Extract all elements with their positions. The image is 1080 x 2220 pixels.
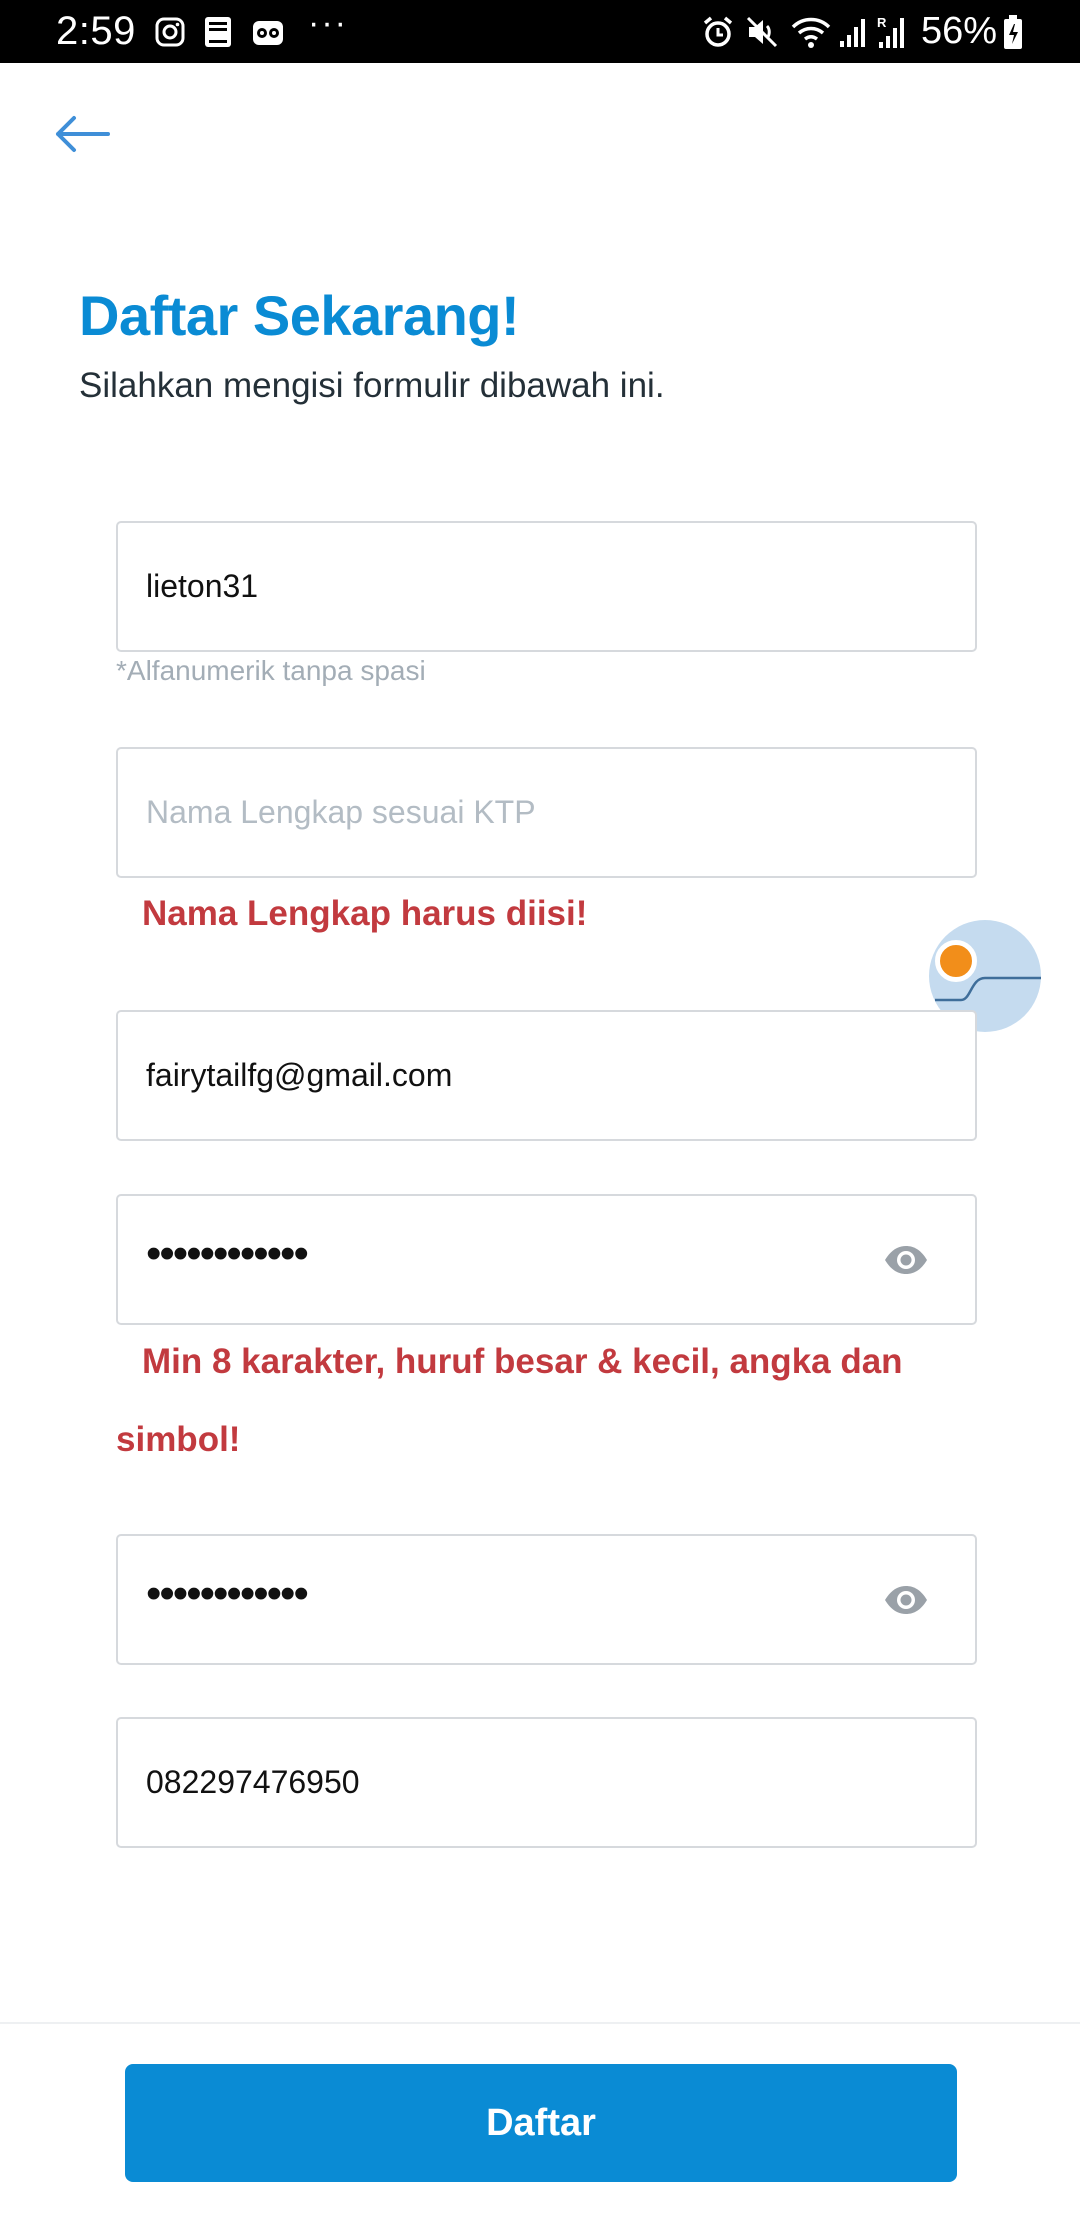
username-input[interactable] [146,523,906,650]
assist-dot-icon [935,940,977,982]
username-field[interactable] [116,521,977,652]
phone-input[interactable] [146,1719,906,1846]
password-error-line2: simbol! [116,1420,241,1459]
password-error-line1: Min 8 karakter, huruf besar & kecil, ang… [142,1342,903,1381]
confirm-password-input[interactable]: •••••••••••• [146,1536,309,1663]
show-password-eye-icon[interactable] [883,1244,929,1276]
full-name-error: Nama Lengkap harus diisi! [142,894,588,933]
svg-text:R: R [877,15,887,30]
more-notifications-icon: ··· [308,4,348,42]
arrow-left-icon [56,116,110,152]
status-time: 2:59 [56,9,136,53]
password-field[interactable]: •••••••••••• [116,1194,977,1325]
instagram-icon [152,14,188,50]
signal-roaming-icon: R [874,14,908,50]
battery-icon [1000,14,1026,50]
signal-icon [836,14,870,50]
bible-icon [200,14,236,50]
alarm-icon [700,14,736,50]
wifi-icon [790,14,832,50]
email-input[interactable] [146,1012,906,1139]
register-button[interactable]: Daftar [125,2064,957,2182]
username-hint: *Alfanumerik tanpa spasi [116,655,426,686]
status-bar: 2:59 ··· R 56% [0,0,1080,63]
email-field[interactable] [116,1010,977,1141]
phone-field[interactable] [116,1717,977,1848]
page-title: Daftar Sekarang! [79,284,520,347]
full-name-input[interactable] [146,749,906,876]
mute-icon [744,14,780,50]
bottom-divider [0,2022,1080,2024]
show-confirm-password-eye-icon[interactable] [883,1584,929,1616]
page-subtitle: Silahkan mengisi formulir dibawah ini. [79,366,665,405]
tripadvisor-icon [250,14,286,50]
back-button[interactable] [44,104,120,164]
battery-percent: 56% [921,10,998,52]
password-input[interactable]: •••••••••••• [146,1196,309,1323]
confirm-password-field[interactable]: •••••••••••• [116,1534,977,1665]
full-name-field[interactable] [116,747,977,878]
